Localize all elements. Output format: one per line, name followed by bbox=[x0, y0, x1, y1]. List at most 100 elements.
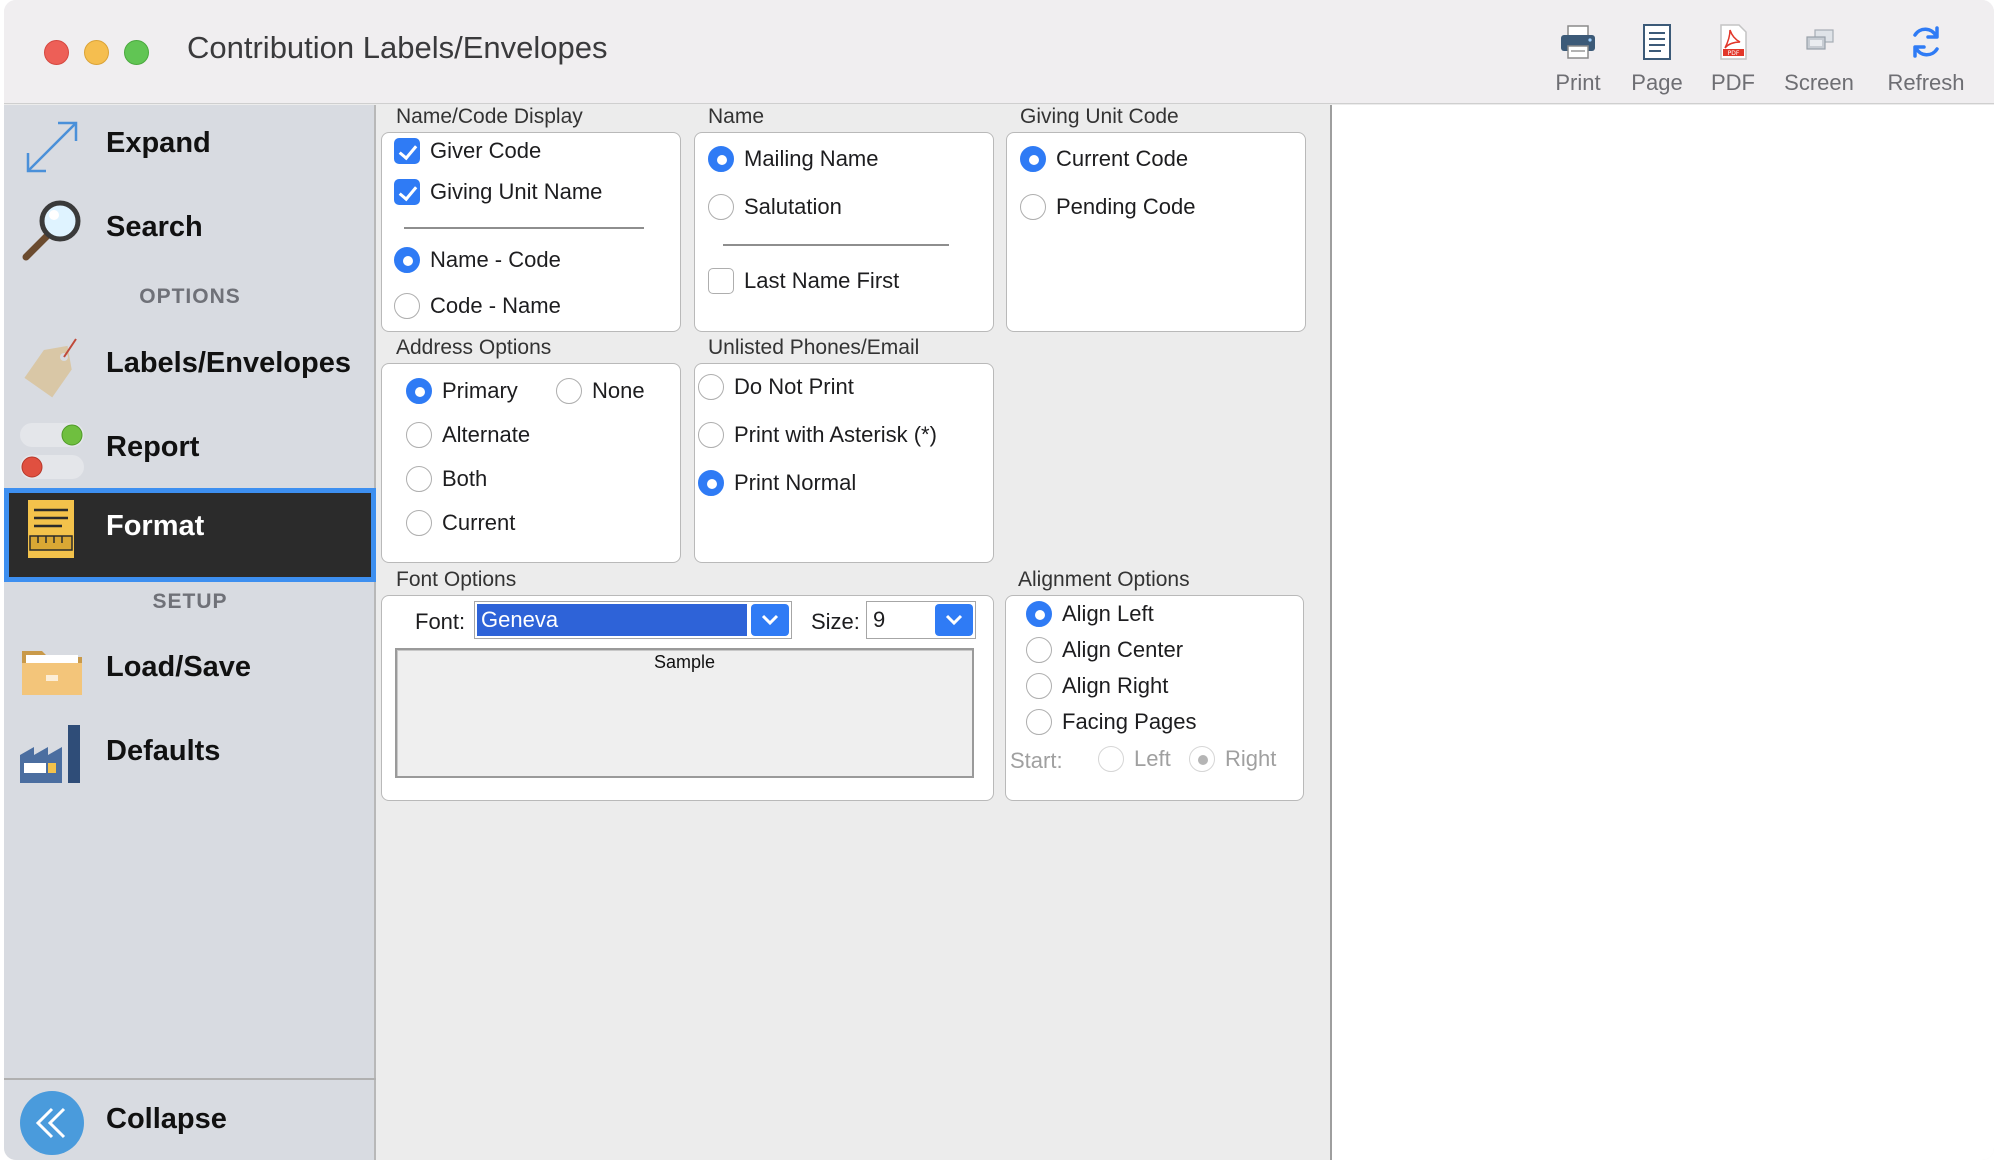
pdf-button[interactable]: PDF PDF bbox=[1683, 22, 1783, 96]
giving-unit-name-check[interactable] bbox=[394, 179, 420, 205]
facing-pages-radio[interactable]: Facing Pages bbox=[1026, 709, 1197, 735]
print-normal-radio[interactable]: Print Normal bbox=[698, 470, 856, 496]
sidebar-item-defaults[interactable]: Defaults bbox=[4, 713, 376, 797]
sidebar-defaults-label: Defaults bbox=[106, 735, 221, 767]
sidebar-item-search[interactable]: Search bbox=[4, 189, 376, 273]
toggle-switches-icon bbox=[20, 423, 84, 479]
sidebar-setup-header: SETUP bbox=[152, 590, 228, 613]
current-code-radio[interactable]: Current Code bbox=[1020, 146, 1188, 172]
chevron-down-icon bbox=[761, 614, 779, 626]
format-panel: Name/Code Display Giver Code Giving Unit… bbox=[378, 105, 1330, 1160]
pending-code-radio[interactable]: Pending Code bbox=[1020, 194, 1195, 220]
sidebar-item-format[interactable]: Format bbox=[4, 488, 376, 582]
align-left-radio[interactable]: Align Left bbox=[1026, 601, 1154, 627]
name-separator bbox=[723, 244, 949, 246]
font-sample-preview: Sample bbox=[395, 648, 974, 778]
sidebar-labels-envelopes-label: Labels/Envelopes bbox=[106, 347, 351, 379]
align-center-radio[interactable]: Align Center bbox=[1026, 637, 1183, 663]
sidebar-item-report[interactable]: Report bbox=[4, 409, 376, 493]
svg-text:PDF: PDF bbox=[1728, 50, 1740, 57]
name-code-display-group: Giver Code Giving Unit Name Name - Code … bbox=[381, 132, 681, 332]
factory-icon bbox=[20, 725, 80, 783]
sidebar-format-label: Format bbox=[106, 510, 205, 542]
size-select-chevron[interactable] bbox=[935, 604, 973, 636]
title-bar: Contribution Labels/Envelopes Print Page bbox=[4, 0, 1994, 104]
expand-arrows-icon bbox=[26, 121, 78, 173]
sidebar-report-label: Report bbox=[106, 431, 200, 463]
refresh-icon bbox=[1913, 26, 1939, 58]
unlisted-group: Do Not Print Print with Asterisk (*) Pri… bbox=[694, 363, 994, 563]
screen-button[interactable]: Screen bbox=[1769, 22, 1869, 96]
tag-icon bbox=[24, 338, 77, 398]
font-options-title: Font Options bbox=[396, 568, 517, 591]
current-address-radio[interactable]: Current bbox=[406, 510, 515, 536]
alternate-radio[interactable]: Alternate bbox=[406, 422, 530, 448]
giving-unit-name-checkbox[interactable]: Giving Unit Name bbox=[394, 179, 602, 205]
sidebar: Expand Search OPTIONS Labels/Envelopes R… bbox=[4, 105, 376, 1160]
app-window: Contribution Labels/Envelopes Print Page bbox=[4, 0, 1994, 1160]
font-select[interactable]: Geneva bbox=[474, 601, 792, 639]
zoom-window-button[interactable] bbox=[124, 40, 149, 65]
folder-icon bbox=[22, 651, 82, 695]
screen-label: Screen bbox=[1784, 70, 1854, 95]
refresh-button[interactable]: Refresh bbox=[1876, 22, 1976, 96]
window-title: Contribution Labels/Envelopes bbox=[187, 30, 608, 65]
font-options-group: Font: Geneva Size: 9 Sample bbox=[381, 595, 994, 801]
code-name-radio[interactable]: Code - Name bbox=[394, 293, 561, 319]
close-window-button[interactable] bbox=[44, 40, 69, 65]
sidebar-load-save-label: Load/Save bbox=[106, 651, 252, 683]
format-document-icon bbox=[28, 500, 74, 558]
font-label: Font: bbox=[415, 609, 466, 634]
sidebar-item-labels-envelopes[interactable]: Labels/Envelopes bbox=[4, 325, 376, 409]
sidebar-options-header: OPTIONS bbox=[139, 285, 241, 308]
start-label: Start: bbox=[1010, 748, 1063, 773]
address-options-group: Primary None Alternate Both Current bbox=[381, 363, 681, 563]
mailing-name-radio[interactable]: Mailing Name bbox=[708, 146, 879, 172]
primary-radio[interactable]: Primary bbox=[406, 378, 518, 404]
print-with-asterisk-radio[interactable]: Print with Asterisk (*) bbox=[698, 422, 937, 448]
sidebar-collapse-label: Collapse bbox=[106, 1103, 227, 1135]
start-right-radio[interactable]: Right bbox=[1189, 746, 1276, 772]
salutation-radio[interactable]: Salutation bbox=[708, 194, 842, 220]
name-code-display-title: Name/Code Display bbox=[396, 105, 583, 128]
page-icon bbox=[1643, 24, 1671, 60]
chevron-down-icon bbox=[945, 614, 963, 626]
sidebar-expand-label: Expand bbox=[106, 127, 211, 159]
alignment-options-title: Alignment Options bbox=[1018, 568, 1190, 591]
last-name-first-checkbox[interactable]: Last Name First bbox=[708, 268, 899, 294]
start-left-radio[interactable]: Left bbox=[1098, 746, 1171, 772]
name-code-separator bbox=[404, 227, 644, 229]
minimize-window-button[interactable] bbox=[84, 40, 109, 65]
printer-icon bbox=[1561, 25, 1595, 59]
pdf-label: PDF bbox=[1711, 70, 1755, 95]
screen-icon bbox=[1806, 29, 1834, 50]
name-title: Name bbox=[708, 105, 765, 128]
address-options-title: Address Options bbox=[396, 336, 552, 359]
giving-unit-code-title: Giving Unit Code bbox=[1020, 105, 1179, 128]
name-group: Mailing Name Salutation Last Name First bbox=[694, 132, 994, 332]
sidebar-item-load-save[interactable]: Load/Save bbox=[4, 629, 376, 713]
font-sample-label: Sample bbox=[653, 652, 716, 672]
alignment-options-group: Align Left Align Center Align Right Faci… bbox=[1005, 595, 1304, 801]
none-radio[interactable]: None bbox=[556, 378, 645, 404]
unlisted-title: Unlisted Phones/Email bbox=[708, 336, 920, 359]
sidebar-item-expand[interactable]: Expand bbox=[4, 105, 376, 189]
magnifier-icon bbox=[22, 200, 81, 261]
giver-code-check[interactable] bbox=[394, 138, 420, 164]
preview-pane bbox=[1330, 105, 1994, 1160]
refresh-label: Refresh bbox=[1887, 70, 1965, 95]
giver-code-checkbox[interactable]: Giver Code bbox=[394, 138, 541, 164]
giving-unit-code-group: Current Code Pending Code bbox=[1006, 132, 1306, 332]
font-select-value: Geneva bbox=[477, 604, 747, 636]
name-code-radio[interactable]: Name - Code bbox=[394, 247, 561, 273]
font-select-chevron[interactable] bbox=[751, 604, 789, 636]
collapse-chevrons-icon bbox=[20, 1091, 84, 1155]
pdf-icon: PDF bbox=[1720, 24, 1747, 60]
size-select-value: 9 bbox=[873, 607, 886, 632]
size-select[interactable]: 9 bbox=[866, 601, 976, 639]
sidebar-item-collapse[interactable]: Collapse bbox=[4, 1081, 376, 1160]
align-right-radio[interactable]: Align Right bbox=[1026, 673, 1168, 699]
sidebar-search-label: Search bbox=[106, 211, 203, 243]
both-radio[interactable]: Both bbox=[406, 466, 487, 492]
do-not-print-radio[interactable]: Do Not Print bbox=[698, 374, 854, 400]
